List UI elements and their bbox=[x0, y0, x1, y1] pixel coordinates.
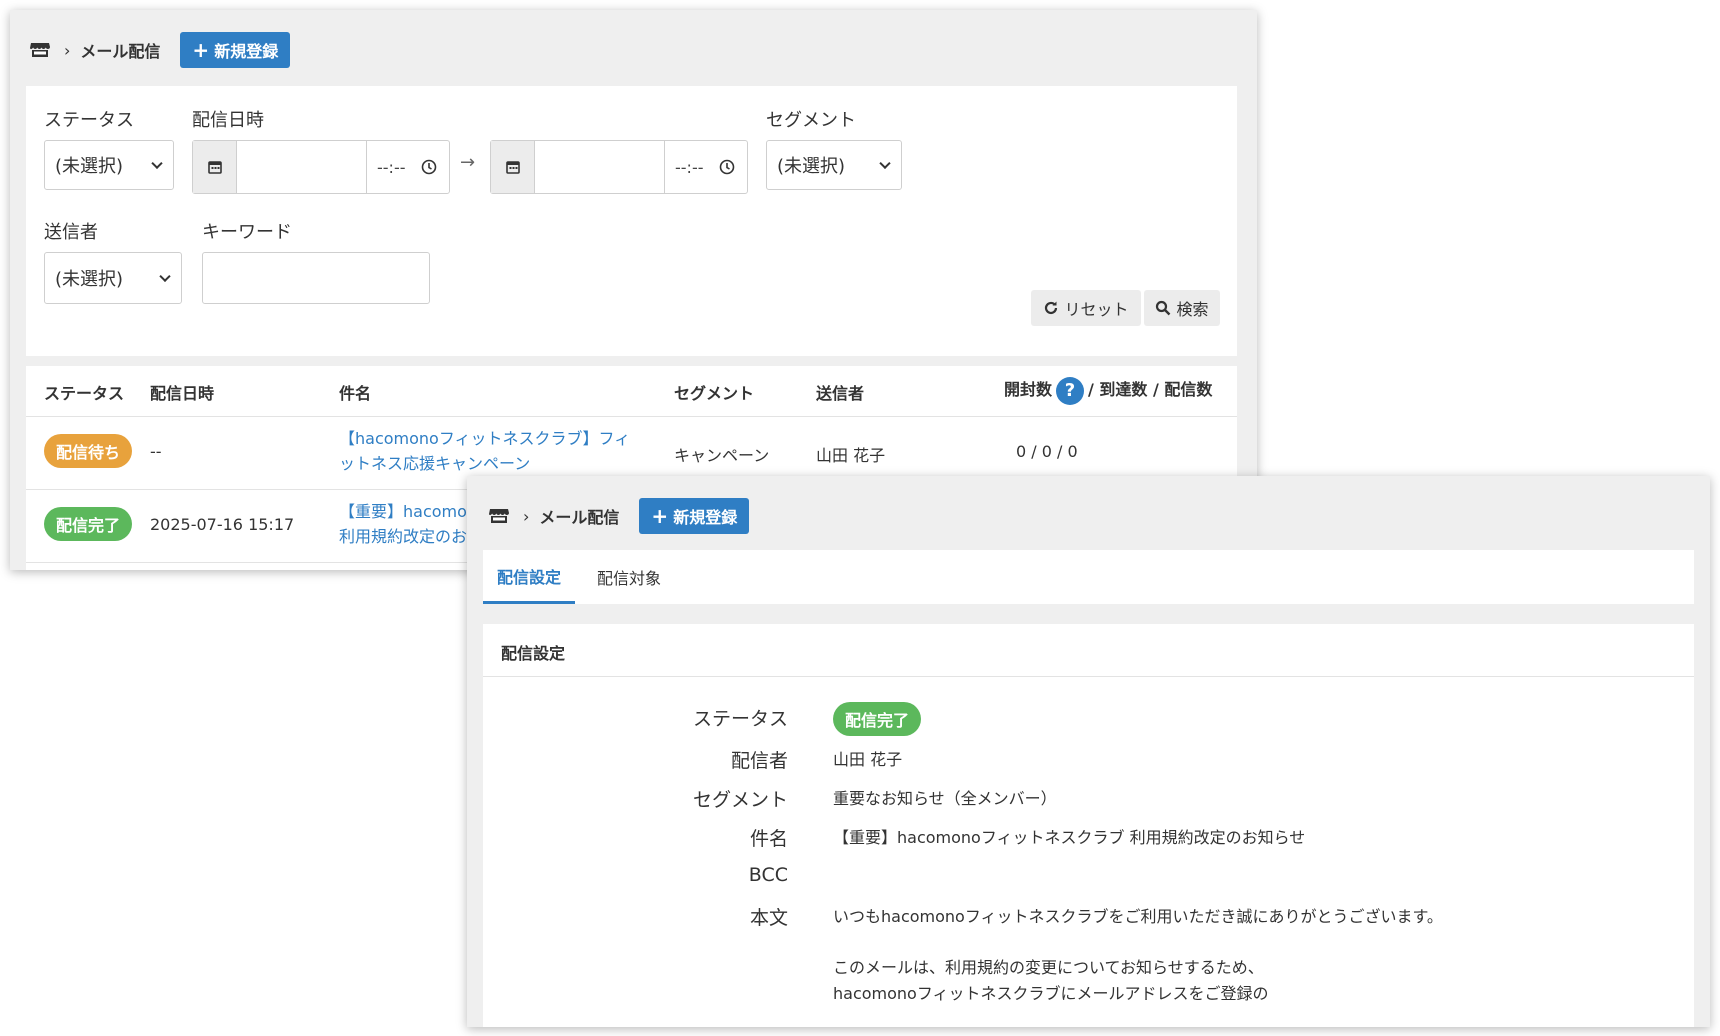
header-datetime: 配信日時 bbox=[150, 384, 215, 403]
plus-icon: + bbox=[192, 38, 210, 62]
keyword-filter-label: キーワード bbox=[202, 222, 292, 243]
chevron-down-icon bbox=[159, 270, 171, 283]
plus-icon: + bbox=[651, 504, 669, 528]
new-registration-label: 新規登録 bbox=[673, 508, 738, 527]
new-registration-button[interactable]: + 新規登録 bbox=[180, 32, 291, 68]
refresh-icon bbox=[1045, 301, 1058, 315]
detail-label-status: ステータス bbox=[692, 708, 788, 730]
header-counts: 開封数? / 到達数 / 配信数 bbox=[1004, 376, 1212, 405]
arrow-right-icon: → bbox=[460, 152, 476, 173]
section-divider bbox=[483, 676, 1694, 677]
search-button[interactable]: 検索 bbox=[1144, 290, 1220, 326]
segment-filter-value: (未選択) bbox=[777, 156, 846, 177]
status-filter-value: (未選択) bbox=[55, 156, 124, 177]
segment-filter-label: セグメント bbox=[766, 110, 856, 131]
datetime-to-field[interactable]: --:-- bbox=[490, 140, 748, 194]
row-datetime: -- bbox=[150, 442, 162, 461]
detail-value-segment: 重要なお知らせ（全メンバー） bbox=[833, 789, 1057, 808]
clock-icon bbox=[719, 159, 735, 175]
time-to-placeholder: --:-- bbox=[675, 157, 704, 177]
detail-value-subject: 【重要】hacomonoフィットネスクラブ 利用規約改定のお知らせ bbox=[833, 828, 1306, 847]
topbar: › メール配信 + 新規登録 bbox=[30, 32, 291, 68]
detail-label-bcc: BCC bbox=[748, 864, 788, 886]
row-subject-line: 【重要】hacomo bbox=[339, 502, 467, 521]
sender-filter-label: 送信者 bbox=[44, 222, 98, 243]
row-segment: キャンペーン bbox=[674, 446, 770, 465]
search-label: 検索 bbox=[1176, 300, 1209, 319]
mail-detail-window: › メール配信 + 新規登録 配信設定 配信対象 配信設定 ステータス 配信完了… bbox=[467, 476, 1710, 1027]
chevron-down-icon bbox=[151, 157, 163, 170]
row-counts: 0 / 0 / 0 bbox=[1016, 442, 1078, 461]
detail-panel: 配信設定 ステータス 配信完了 配信者 山田 花子 セグメント 重要なお知らせ（… bbox=[483, 624, 1694, 1027]
breadcrumb-current: メール配信 bbox=[80, 42, 161, 61]
sender-filter-select[interactable]: (未選択) bbox=[44, 252, 182, 304]
row-subject-line: ットネス応援キャンペーン bbox=[339, 454, 531, 473]
status-badge: 配信待ち bbox=[44, 434, 132, 468]
reset-button[interactable]: リセット bbox=[1031, 290, 1141, 326]
row-divider bbox=[26, 416, 1237, 417]
detail-label-distributor: 配信者 bbox=[730, 750, 788, 772]
calendar-icon[interactable] bbox=[193, 141, 237, 193]
clock-icon bbox=[421, 159, 437, 175]
detail-label-segment: セグメント bbox=[692, 789, 788, 811]
chevron-down-icon bbox=[879, 157, 891, 170]
status-filter-select[interactable]: (未選択) bbox=[44, 140, 174, 190]
header-sender: 送信者 bbox=[816, 384, 865, 403]
topbar: › メール配信 + 新規登録 bbox=[489, 498, 750, 534]
tab-bar: 配信設定 配信対象 bbox=[483, 550, 1694, 604]
date-from-input[interactable] bbox=[237, 141, 367, 193]
row-sender: 山田 花子 bbox=[816, 446, 886, 465]
status-filter-label: ステータス bbox=[44, 110, 134, 131]
time-to-input[interactable]: --:-- bbox=[665, 141, 747, 193]
status-badge: 配信完了 bbox=[44, 507, 132, 541]
breadcrumb-chevron-icon: › bbox=[64, 40, 71, 60]
status-badge: 配信完了 bbox=[833, 702, 921, 736]
breadcrumb-chevron-icon: › bbox=[523, 506, 530, 526]
segment-filter-select[interactable]: (未選択) bbox=[766, 140, 902, 190]
detail-label-body: 本文 bbox=[749, 907, 788, 929]
row-subject-line: 利用規約改定のお bbox=[339, 527, 468, 546]
search-icon bbox=[1156, 300, 1171, 316]
detail-value-distributor: 山田 花子 bbox=[833, 750, 903, 769]
datetime-filter-label: 配信日時 bbox=[192, 110, 264, 131]
row-subject-link[interactable]: 【hacomonoフィットネスクラブ】フィ ットネス応援キャンペーン bbox=[339, 426, 630, 476]
calendar-icon[interactable] bbox=[491, 141, 535, 193]
shop-icon[interactable] bbox=[30, 42, 50, 58]
header-segment: セグメント bbox=[674, 384, 755, 403]
header-subject: 件名 bbox=[339, 384, 372, 403]
header-counts-rest: / 到達数 / 配信数 bbox=[1088, 380, 1213, 399]
row-subject-link[interactable]: 【重要】hacomo 利用規約改定のお bbox=[339, 499, 467, 549]
date-to-input[interactable] bbox=[535, 141, 665, 193]
reset-label: リセット bbox=[1064, 300, 1129, 319]
detail-value-body-line: hacomonoフィットネスクラブにメールアドレスをご登録の bbox=[833, 984, 1269, 1003]
time-from-placeholder: --:-- bbox=[377, 157, 406, 177]
section-title: 配信設定 bbox=[501, 644, 566, 663]
row-subject-line: 【hacomonoフィットネスクラブ】フィ bbox=[339, 429, 631, 448]
time-from-input[interactable]: --:-- bbox=[367, 141, 449, 193]
header-status: ステータス bbox=[44, 384, 125, 403]
detail-value-body-line: このメールは、利用規約の変更についてお知らせするため、 bbox=[833, 958, 1264, 977]
datetime-from-field[interactable]: --:-- bbox=[192, 140, 450, 194]
row-datetime: 2025-07-16 15:17 bbox=[150, 515, 295, 534]
detail-value-body-line: いつもhacomonoフィットネスクラブをご利用いただき誠にありがとうございます… bbox=[833, 907, 1443, 926]
filter-panel: ステータス (未選択) 配信日時 --:-- → --:-- セグメント (未選… bbox=[26, 86, 1237, 356]
new-registration-button[interactable]: + 新規登録 bbox=[639, 498, 750, 534]
help-icon[interactable]: ? bbox=[1056, 376, 1085, 405]
detail-label-subject: 件名 bbox=[749, 828, 788, 850]
breadcrumb-current: メール配信 bbox=[539, 508, 620, 527]
header-opened: 開封数 bbox=[1004, 380, 1053, 399]
tab-delivery-target[interactable]: 配信対象 bbox=[595, 550, 663, 604]
keyword-input[interactable] bbox=[202, 252, 430, 304]
sender-filter-value: (未選択) bbox=[55, 269, 124, 290]
new-registration-label: 新規登録 bbox=[214, 42, 279, 61]
shop-icon[interactable] bbox=[489, 508, 509, 524]
tab-delivery-settings[interactable]: 配信設定 bbox=[483, 550, 576, 604]
